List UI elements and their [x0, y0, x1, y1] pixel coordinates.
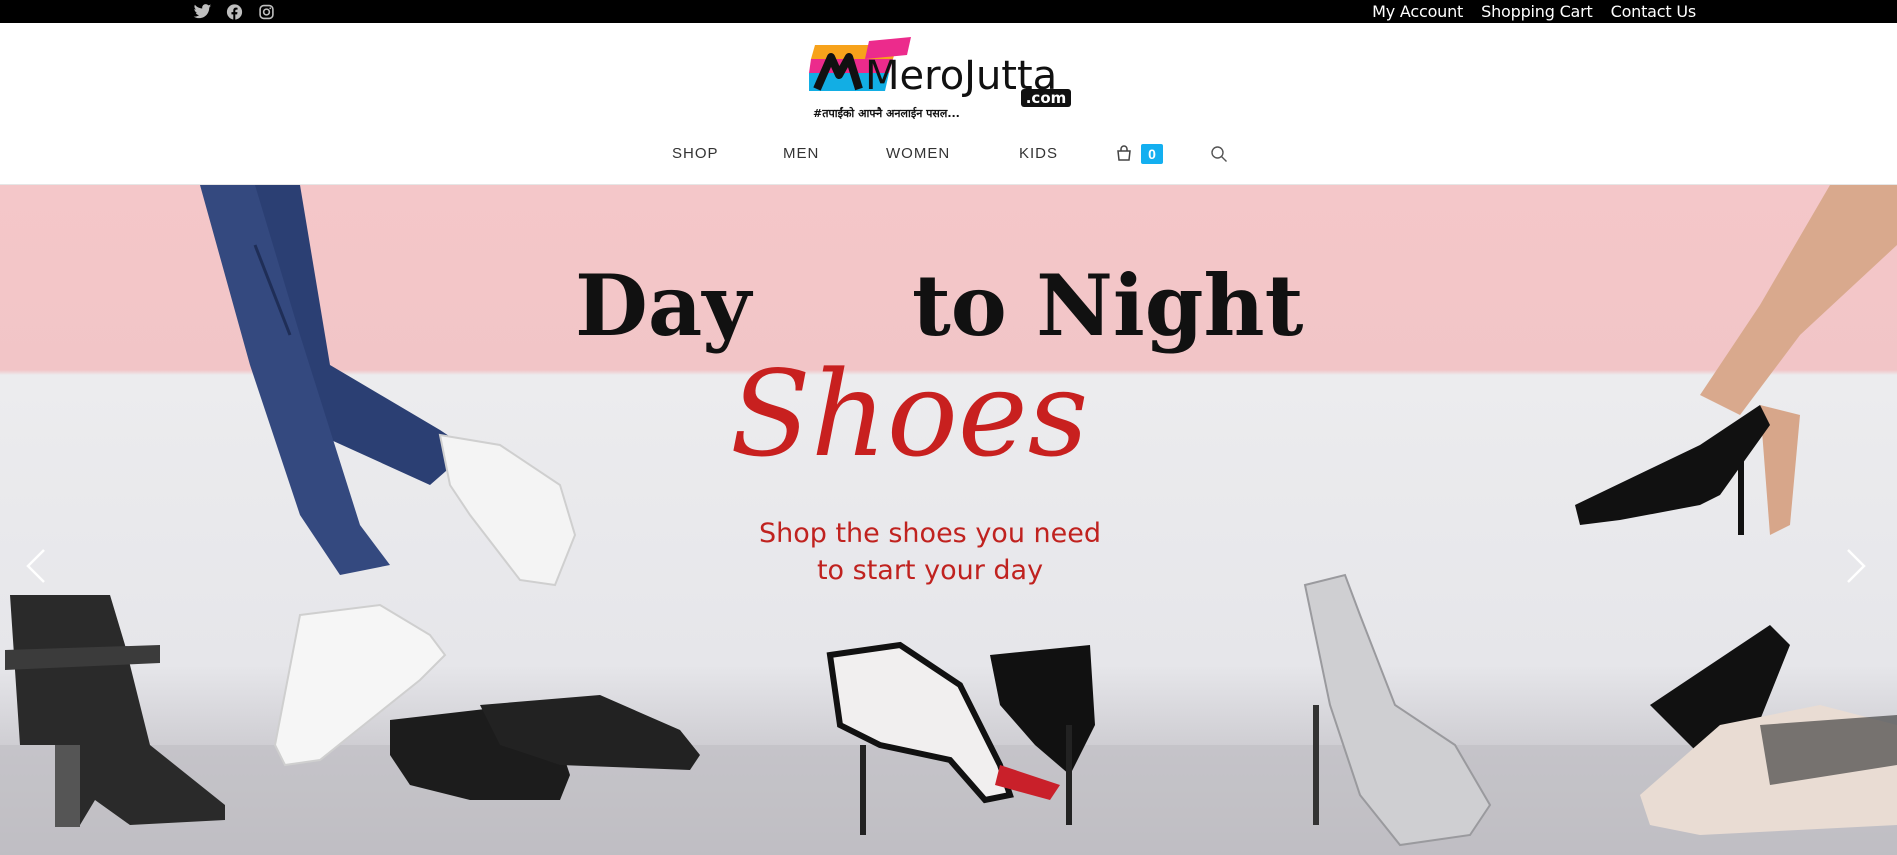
social-links — [193, 0, 276, 23]
my-account-link[interactable]: My Account — [1372, 2, 1463, 21]
logo-domain: .com — [1026, 89, 1067, 107]
nav-women[interactable]: WOMEN — [886, 137, 950, 171]
hero-headline-left: Day — [575, 256, 753, 355]
facebook-icon[interactable] — [225, 3, 244, 20]
chevron-left-icon[interactable] — [22, 542, 50, 590]
right-legs-graphic — [1575, 185, 1897, 835]
nav-shop[interactable]: SHOP — [672, 137, 719, 171]
shopping-cart-link[interactable]: Shopping Cart — [1481, 2, 1593, 21]
chevron-right-icon[interactable] — [1842, 542, 1870, 590]
cart-count-badge: 0 — [1141, 144, 1163, 164]
hero-slider: Day to Night Shoes Shop the shoes you ne… — [0, 185, 1897, 855]
nav-men[interactable]: MEN — [783, 137, 819, 171]
hero-headline-script: Shoes — [730, 345, 1088, 483]
hero-caption-line-2: to start your day — [816, 555, 1044, 586]
main-nav: SHOP MEN WOMEN KIDS 0 — [0, 137, 1897, 171]
contact-us-link[interactable]: Contact Us — [1611, 2, 1697, 21]
nav-kids[interactable]: KIDS — [1019, 137, 1058, 171]
hero-headline-right: to Night — [912, 256, 1304, 355]
top-links: My Account Shopping Cart Contact Us — [1372, 0, 1696, 23]
twitter-icon[interactable] — [193, 3, 212, 20]
shopping-bag-icon — [1117, 145, 1131, 161]
instagram-icon[interactable] — [257, 4, 276, 20]
search-icon[interactable] — [1210, 145, 1228, 163]
hero-caption-line-1: Shop the shoes you need — [758, 518, 1101, 549]
header-cart[interactable]: 0 — [1115, 144, 1165, 166]
site-header: MeroJutta .com #तपाईंको आफ्नै अनलाईन पसल… — [0, 23, 1897, 185]
hero-caption: Shop the shoes you need to start your da… — [650, 515, 1210, 589]
logo-tagline: #तपाईंको आफ्नै अनलाईन पसल... — [813, 106, 960, 120]
jeans-legs-graphic — [200, 185, 577, 767]
merojutta-logo[interactable]: MeroJutta .com #तपाईंको आफ्नै अनलाईन पसल… — [809, 35, 1081, 121]
top-bar: My Account Shopping Cart Contact Us — [0, 0, 1897, 23]
